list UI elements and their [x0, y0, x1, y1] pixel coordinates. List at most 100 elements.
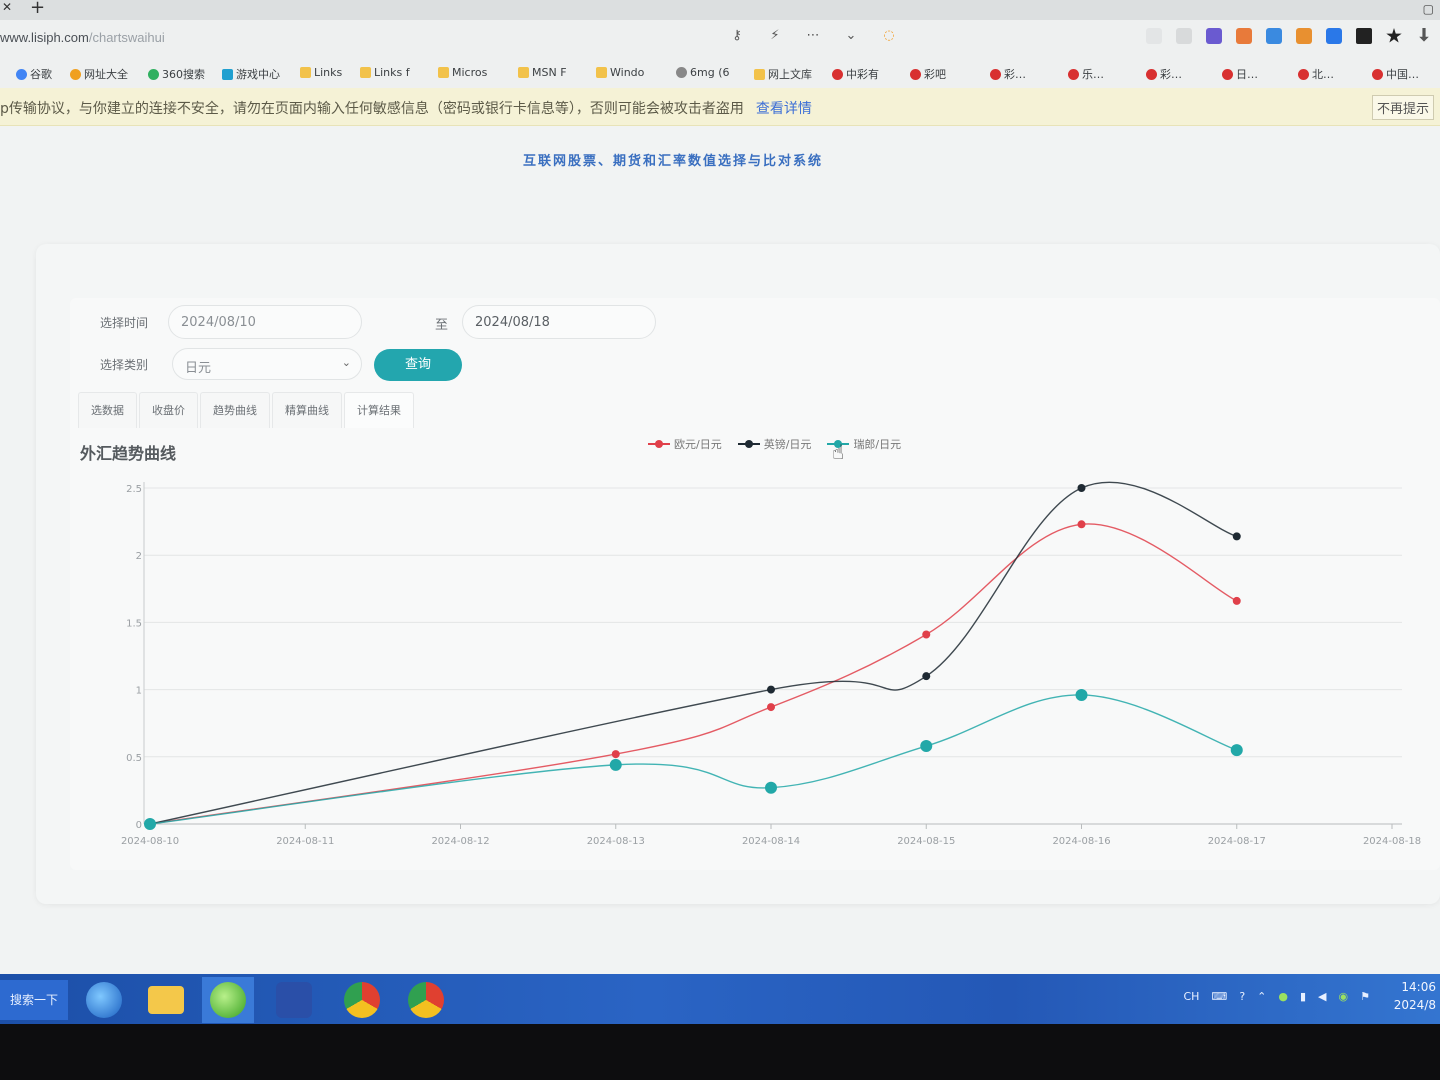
clock-time: 14:06	[1401, 980, 1436, 994]
search-engine-icon[interactable]: ◌	[880, 28, 898, 43]
folder-icon[interactable]	[140, 977, 192, 1023]
flash-icon[interactable]	[268, 977, 320, 1023]
x-tick-label: 2024-08-12	[431, 836, 489, 847]
data-point	[609, 758, 622, 771]
category-value: 日元	[185, 361, 212, 376]
chart-title: 外汇趋势曲线	[80, 444, 177, 463]
tab-select-data[interactable]: 选数据	[78, 392, 137, 428]
bookmark-item[interactable]: 360搜索	[148, 66, 205, 82]
y-tick-label: 2	[136, 551, 142, 562]
start-date-input[interactable]: 2024/08/10	[168, 305, 362, 339]
star-icon[interactable]	[1386, 28, 1402, 43]
legend-label: 欧元/日元	[674, 438, 722, 451]
bookmark-item[interactable]: 6mg (6	[676, 66, 729, 79]
clock-date: 2024/8	[1393, 998, 1436, 1012]
x-tick-label: 2024-08-15	[897, 836, 955, 847]
extension-icon[interactable]	[1206, 28, 1222, 44]
tab-close-price[interactable]: 收盘价	[139, 392, 198, 428]
help-icon[interactable]: ?	[1239, 990, 1245, 1003]
x-tick-label: 2024-08-16	[1052, 836, 1110, 847]
start-search-button[interactable]: 搜索一下	[0, 980, 68, 1020]
legend-item[interactable]: 英镑/日元	[737, 436, 812, 452]
bookmark-folder[interactable]: Links f	[360, 66, 410, 79]
bookmark-item[interactable]: 中国…	[1372, 66, 1419, 82]
close-tab-icon[interactable]: ✕	[2, 0, 12, 14]
bookmark-folder[interactable]: MSN F	[518, 66, 567, 79]
window-icon[interactable]	[1356, 28, 1372, 44]
keyboard-icon[interactable]: ⌨	[1211, 990, 1227, 1003]
game-icon[interactable]	[1236, 28, 1252, 44]
translate-icon[interactable]	[1266, 28, 1282, 44]
series-line	[149, 694, 1237, 825]
security-warning-bar: p传输协议，与你建立的连接不安全，请勿在页面内输入任何敏感信息（密码或银行卡信息…	[0, 88, 1440, 126]
search-icon[interactable]	[1146, 28, 1162, 44]
x-tick-label: 2024-08-17	[1208, 836, 1266, 847]
bookmark-folder[interactable]: Windo	[596, 66, 644, 79]
bookmark-item[interactable]: 网址大全	[70, 66, 128, 82]
ime-icon[interactable]: CH	[1183, 990, 1199, 1003]
chrome-icon[interactable]	[336, 977, 388, 1023]
site-title: 互联网股票、期货和汇率数值选择与比对系统	[522, 154, 823, 169]
legend-item[interactable]: 欧元/日元	[648, 436, 722, 452]
bookmark-item[interactable]: 游戏中心	[222, 66, 280, 82]
series-line	[149, 523, 1238, 825]
tab-strip: ✕ + ▢	[0, 0, 1440, 20]
mail-icon[interactable]	[1326, 28, 1342, 44]
new-tab-icon[interactable]: +	[30, 0, 45, 18]
expand-tray-icon[interactable]: ⌃	[1257, 990, 1266, 1003]
y-tick-label: 0.5	[126, 753, 142, 764]
bookmark-folder[interactable]: Micros	[438, 66, 487, 79]
taskbar: 搜索一下 CH ⌨ ? ⌃ ● ▮ ◀ ◉ ⚑ 14:06 2024/8	[0, 974, 1440, 1024]
bookmark-folder[interactable]: Links	[300, 66, 342, 79]
chevron-down-icon[interactable]: ⌄	[842, 28, 860, 43]
bookmark-item[interactable]: 彩吧	[910, 66, 946, 82]
dismiss-warning-button[interactable]: 不再提示	[1371, 95, 1434, 120]
window-control-icon[interactable]: ▢	[1423, 2, 1434, 16]
more-icon[interactable]: ⋯	[804, 28, 822, 43]
bookmark-folder[interactable]: 网上文库	[754, 66, 812, 82]
legend-label: 英镑/日元	[763, 438, 812, 451]
lightning-icon[interactable]: ⚡	[766, 28, 784, 43]
tab-calc-result[interactable]: 计算结果	[344, 392, 414, 428]
bookmark-item[interactable]: 北…	[1298, 66, 1334, 82]
query-button[interactable]: 查询	[374, 349, 462, 381]
url-field[interactable]: www.lisiph.com/chartswaihui	[0, 30, 165, 45]
bookmark-item[interactable]: 彩…	[1146, 66, 1182, 82]
chart-legend: 欧元/日元 英镑/日元 瑞郎/日元	[648, 436, 901, 452]
legend-swatch-icon	[648, 439, 670, 449]
bookmark-item[interactable]: 中彩有	[832, 66, 879, 82]
x-tick-label: 2024-08-18	[1363, 836, 1421, 847]
tab-trend-curve[interactable]: 趋势曲线	[200, 392, 270, 428]
flag-icon[interactable]: ⚑	[1360, 990, 1370, 1003]
scissors-icon[interactable]	[1176, 28, 1192, 44]
x-tick-label: 2024-08-13	[587, 836, 645, 847]
data-point	[920, 740, 933, 753]
browser-e-icon[interactable]	[202, 977, 254, 1023]
system-clock[interactable]: 14:06 2024/8	[1394, 978, 1436, 1014]
category-select[interactable]: 日元 ⌄	[172, 348, 362, 380]
download-icon[interactable]	[1419, 28, 1429, 42]
shield-icon[interactable]	[1296, 28, 1312, 44]
address-bar[interactable]: www.lisiph.com/chartswaihui ⚷ ⚡ ⋯ ⌄ ◌	[0, 20, 1440, 58]
key-icon[interactable]: ⚷	[728, 28, 746, 43]
volume-icon[interactable]: ◀	[1318, 990, 1326, 1003]
data-point	[1077, 484, 1086, 492]
result-tabs: 选数据 收盘价 趋势曲线 精算曲线 计算结果	[78, 392, 416, 428]
bookmark-item[interactable]: 乐…	[1068, 66, 1104, 82]
to-label: 至	[435, 318, 449, 333]
legend-swatch-icon	[737, 439, 760, 449]
bookmark-item[interactable]: 谷歌	[16, 66, 52, 82]
y-tick-label: 1.5	[126, 618, 142, 629]
ie-icon[interactable]	[78, 977, 130, 1023]
view-details-link[interactable]: 查看详情	[756, 101, 812, 117]
chrome-icon[interactable]	[400, 977, 452, 1023]
end-date-input[interactable]: 2024/08/18	[462, 305, 656, 339]
chevron-down-icon: ⌄	[341, 356, 351, 369]
battery-icon[interactable]: ▮	[1300, 990, 1306, 1003]
bookmark-item[interactable]: 彩…	[990, 66, 1026, 82]
wechat-icon[interactable]: ●	[1278, 990, 1288, 1003]
tab-actuarial-curve[interactable]: 精算曲线	[272, 392, 342, 428]
network-icon[interactable]: ◉	[1339, 990, 1349, 1003]
x-tick-label: 2024-08-14	[742, 836, 800, 847]
bookmark-item[interactable]: 日…	[1222, 66, 1258, 82]
